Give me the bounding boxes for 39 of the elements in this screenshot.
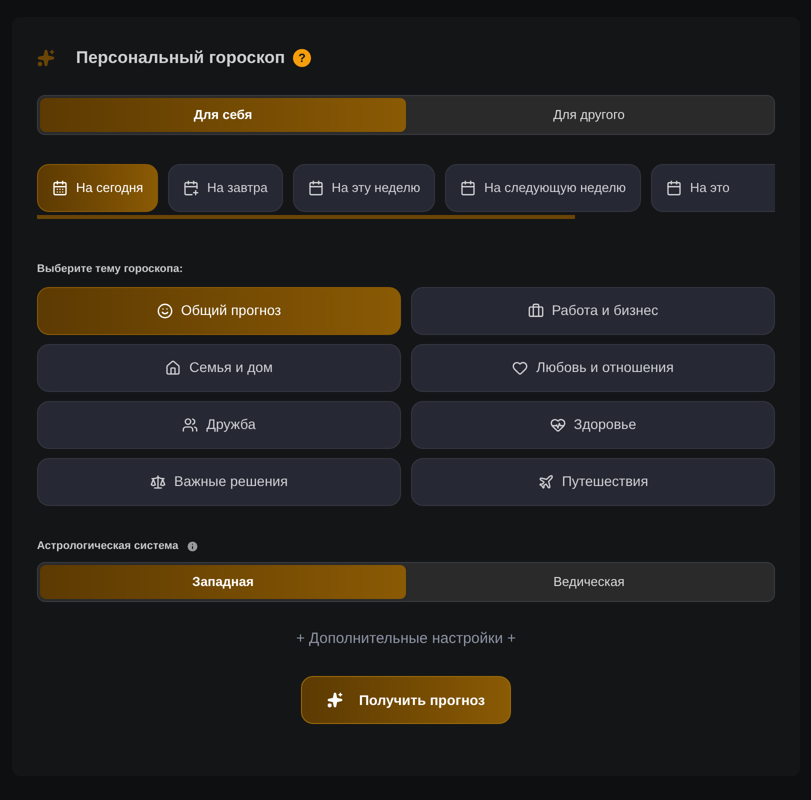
topic-button[interactable]: Важные решения [37,458,401,506]
segment-tab[interactable]: Западная [40,564,406,598]
calendar-icon [52,180,68,196]
scales-icon [150,474,166,490]
period-tab[interactable]: На это [650,164,775,212]
topic-button[interactable]: Работа и бизнес [411,286,775,334]
calendar-icon [308,180,324,196]
topic-button[interactable]: Общий прогноз [37,286,401,334]
calendar-plus-icon [183,180,200,196]
topic-button[interactable]: Дружба [37,400,401,448]
more-settings-link[interactable]: + Дополнительные настройки + [296,628,516,650]
topic-button[interactable]: Семья и дом [37,344,401,392]
system-label: Астрологическая система [37,539,178,554]
period-tab[interactable]: На сегодня [37,164,158,212]
segment-tab[interactable]: Для другого [406,98,772,132]
period-tab[interactable]: На завтра [168,164,283,212]
sparkles-icon [37,49,55,67]
topic-button[interactable]: Путешествия [411,458,775,506]
people-icon [182,416,198,432]
briefcase-icon [528,302,544,318]
calendar-icon [666,180,682,196]
house-icon [165,360,182,376]
face-icon [157,302,173,318]
period-tab[interactable]: На эту неделю [292,164,436,212]
heart-pulse-icon [550,416,566,432]
sparkles-icon [326,692,343,708]
topic-label: Выберите тему гороскопа: [37,262,184,277]
period-tab[interactable]: На следующую неделю [445,164,641,212]
heart-icon [512,360,528,376]
topic-button[interactable]: Здоровье [411,400,775,448]
segment-tab[interactable]: Для себя [40,98,406,132]
segment-tab[interactable]: Ведическая [406,564,772,598]
get-forecast-button[interactable]: Получить прогноз [301,676,511,724]
calendar-icon [460,180,476,196]
page-title: Персональный гороскоп [76,47,286,70]
help-icon[interactable]: ? [293,49,312,67]
topic-button[interactable]: Любовь и отношения [411,344,775,392]
info-icon[interactable] [186,540,200,553]
airplane-icon [538,474,554,490]
